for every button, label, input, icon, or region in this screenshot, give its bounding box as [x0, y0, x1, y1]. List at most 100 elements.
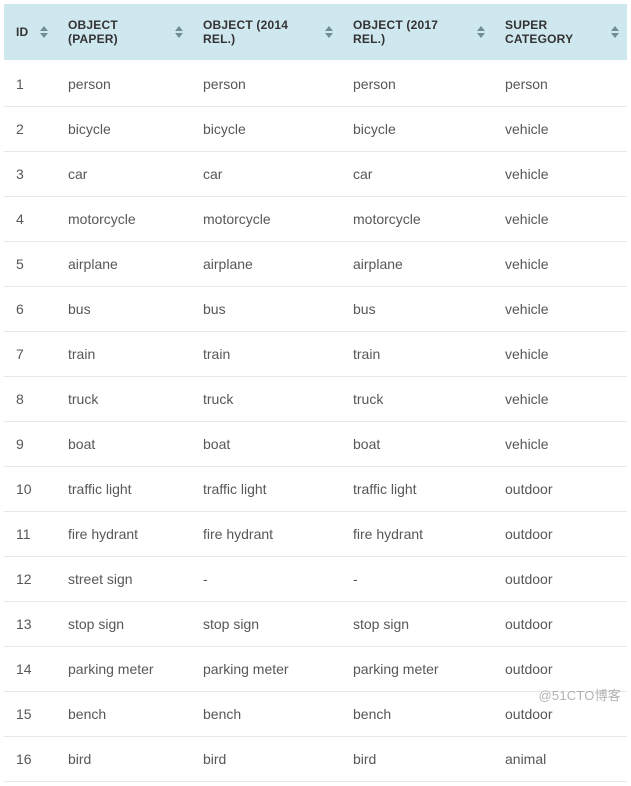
table-row: 11fire hydrantfire hydrantfire hydrantou…: [4, 512, 627, 557]
col-header-label: OBJECT (PAPER): [68, 18, 169, 46]
table-row: 9boatboatboatvehicle: [4, 422, 627, 467]
table-row: 14parking meterparking meterparking mete…: [4, 647, 627, 692]
cell-object-2017: bus: [341, 287, 493, 332]
cell-object-paper: bird: [56, 737, 191, 782]
cell-object-2014: parking meter: [191, 647, 341, 692]
category-table: ID OBJECT (PAPER) OBJECT (2014 REL.) OBJ…: [4, 4, 627, 782]
cell-object-2014: bus: [191, 287, 341, 332]
cell-super-category: vehicle: [493, 242, 627, 287]
cell-id: 2: [4, 107, 56, 152]
cell-object-2017: fire hydrant: [341, 512, 493, 557]
col-header-object-2017[interactable]: OBJECT (2017 REL.): [341, 4, 493, 60]
sort-icon[interactable]: [40, 26, 48, 38]
sort-icon[interactable]: [175, 26, 183, 38]
cell-super-category: outdoor: [493, 557, 627, 602]
cell-object-2017: bird: [341, 737, 493, 782]
cell-id: 13: [4, 602, 56, 647]
cell-object-2014: truck: [191, 377, 341, 422]
sort-icon[interactable]: [611, 26, 619, 38]
cell-super-category: outdoor: [493, 602, 627, 647]
table-row: 5airplaneairplaneairplanevehicle: [4, 242, 627, 287]
cell-object-2017: boat: [341, 422, 493, 467]
col-header-label: OBJECT (2014 REL.): [203, 18, 319, 46]
cell-id: 10: [4, 467, 56, 512]
table-row: 13stop signstop signstop signoutdoor: [4, 602, 627, 647]
cell-super-category: vehicle: [493, 152, 627, 197]
cell-super-category: vehicle: [493, 107, 627, 152]
table-row: 15benchbenchbenchoutdoor: [4, 692, 627, 737]
cell-super-category: vehicle: [493, 287, 627, 332]
table-row: 16birdbirdbirdanimal: [4, 737, 627, 782]
table-row: 12street sign--outdoor: [4, 557, 627, 602]
cell-object-2017: bicycle: [341, 107, 493, 152]
cell-super-category: vehicle: [493, 422, 627, 467]
table-row: 10traffic lighttraffic lighttraffic ligh…: [4, 467, 627, 512]
cell-object-2014: airplane: [191, 242, 341, 287]
cell-object-paper: airplane: [56, 242, 191, 287]
cell-id: 4: [4, 197, 56, 242]
cell-id: 12: [4, 557, 56, 602]
table-row: 1personpersonpersonperson: [4, 60, 627, 107]
cell-object-2014: boat: [191, 422, 341, 467]
cell-super-category: animal: [493, 737, 627, 782]
cell-id: 3: [4, 152, 56, 197]
col-header-label: ID: [16, 25, 28, 39]
cell-id: 14: [4, 647, 56, 692]
sort-icon[interactable]: [477, 26, 485, 38]
col-header-label: SUPER CATEGORY: [505, 18, 605, 46]
cell-object-paper: stop sign: [56, 602, 191, 647]
cell-id: 7: [4, 332, 56, 377]
cell-object-paper: boat: [56, 422, 191, 467]
category-table-container: ID OBJECT (PAPER) OBJECT (2014 REL.) OBJ…: [4, 4, 627, 782]
col-header-label: OBJECT (2017 REL.): [353, 18, 471, 46]
cell-super-category: outdoor: [493, 467, 627, 512]
table-row: 7traintraintrainvehicle: [4, 332, 627, 377]
cell-object-2017: -: [341, 557, 493, 602]
cell-super-category: vehicle: [493, 377, 627, 422]
cell-object-2014: train: [191, 332, 341, 377]
table-row: 3carcarcarvehicle: [4, 152, 627, 197]
table-row: 2bicyclebicyclebicyclevehicle: [4, 107, 627, 152]
cell-object-paper: truck: [56, 377, 191, 422]
cell-id: 9: [4, 422, 56, 467]
cell-super-category: vehicle: [493, 332, 627, 377]
cell-object-2017: motorcycle: [341, 197, 493, 242]
cell-object-2017: parking meter: [341, 647, 493, 692]
cell-object-paper: parking meter: [56, 647, 191, 692]
cell-id: 11: [4, 512, 56, 557]
col-header-object-2014[interactable]: OBJECT (2014 REL.): [191, 4, 341, 60]
col-header-id[interactable]: ID: [4, 4, 56, 60]
cell-object-2017: train: [341, 332, 493, 377]
cell-object-2014: bench: [191, 692, 341, 737]
sort-icon[interactable]: [325, 26, 333, 38]
cell-id: 8: [4, 377, 56, 422]
table-header-row: ID OBJECT (PAPER) OBJECT (2014 REL.) OBJ…: [4, 4, 627, 60]
cell-object-paper: fire hydrant: [56, 512, 191, 557]
col-header-super-category[interactable]: SUPER CATEGORY: [493, 4, 627, 60]
cell-object-2017: truck: [341, 377, 493, 422]
cell-id: 16: [4, 737, 56, 782]
cell-object-2014: motorcycle: [191, 197, 341, 242]
cell-object-paper: bus: [56, 287, 191, 332]
cell-object-2014: person: [191, 60, 341, 107]
cell-super-category: outdoor: [493, 512, 627, 557]
cell-object-paper: person: [56, 60, 191, 107]
cell-object-2017: traffic light: [341, 467, 493, 512]
col-header-object-paper[interactable]: OBJECT (PAPER): [56, 4, 191, 60]
cell-object-paper: street sign: [56, 557, 191, 602]
cell-object-2017: bench: [341, 692, 493, 737]
cell-object-paper: traffic light: [56, 467, 191, 512]
cell-object-2014: car: [191, 152, 341, 197]
cell-super-category: outdoor: [493, 647, 627, 692]
cell-object-2014: fire hydrant: [191, 512, 341, 557]
cell-object-2014: traffic light: [191, 467, 341, 512]
cell-super-category: vehicle: [493, 197, 627, 242]
cell-object-2014: -: [191, 557, 341, 602]
table-row: 6busbusbusvehicle: [4, 287, 627, 332]
cell-id: 6: [4, 287, 56, 332]
cell-id: 5: [4, 242, 56, 287]
cell-object-paper: bench: [56, 692, 191, 737]
cell-super-category: outdoor: [493, 692, 627, 737]
cell-super-category: person: [493, 60, 627, 107]
cell-object-2017: car: [341, 152, 493, 197]
